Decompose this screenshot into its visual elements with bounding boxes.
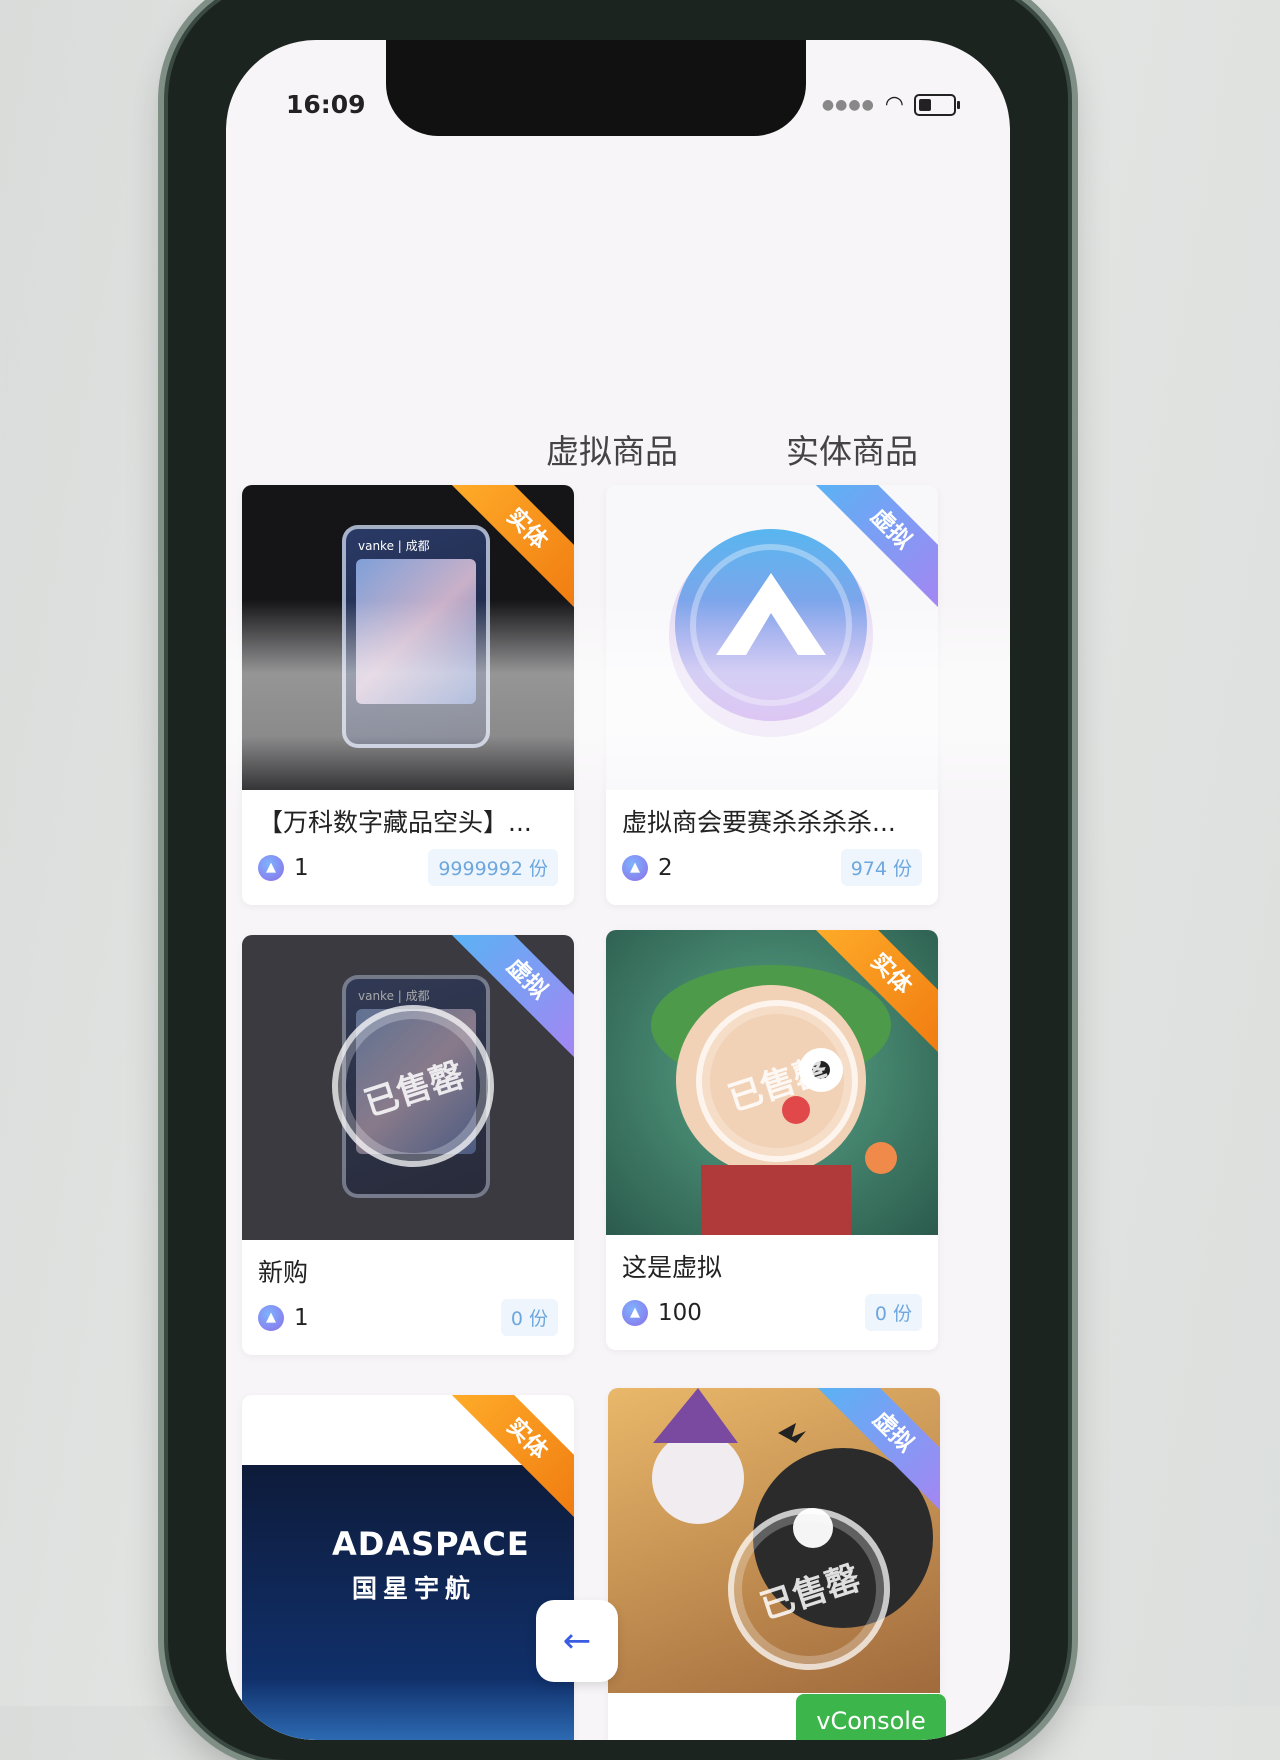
price: ▲ 1	[258, 1304, 309, 1331]
back-button[interactable]: ←	[536, 1600, 618, 1682]
tag-label: 实体	[444, 1395, 574, 1522]
tag-ribbon: 虚拟	[444, 935, 574, 1065]
notch	[386, 40, 806, 136]
product-footer: ▲ 100 0 份	[622, 1294, 922, 1331]
product-card[interactable]: 已售罄 虚拟	[608, 1388, 940, 1740]
product-title: 新购	[258, 1258, 309, 1287]
battery-icon	[914, 93, 960, 116]
product-footer: ▲ 1 0 份	[258, 1299, 558, 1336]
product-title: 【万科数字藏品空头】...	[258, 808, 532, 837]
stock-badge: 0 份	[864, 1294, 922, 1331]
product-title: 这是虚拟	[622, 1253, 723, 1282]
tag-label: 实体	[808, 930, 938, 1057]
product-footer: ▲ 1 9999992 份	[258, 849, 558, 886]
price: ▲ 1	[258, 854, 309, 881]
product-footer: ▲ 2 974 份	[622, 849, 922, 886]
coin-icon: ▲	[258, 1304, 284, 1331]
coin-icon: ▲	[622, 854, 648, 881]
adaspace-logo: ADASPACE	[332, 1525, 530, 1563]
stock-badge: 974 份	[840, 849, 922, 886]
tag-ribbon: 实体	[444, 485, 574, 615]
arrow-left-icon: ←	[562, 1621, 592, 1661]
coin-icon: ▲	[258, 854, 284, 881]
tag-label: 实体	[444, 485, 574, 612]
status-icons: ●●●● ◠	[821, 92, 960, 117]
price-value: 100	[658, 1299, 702, 1326]
vconsole-button[interactable]: vConsole	[796, 1694, 946, 1740]
price: ▲ 100	[622, 1299, 702, 1326]
status-time: 16:09	[286, 90, 366, 119]
stock-badge: 0 份	[500, 1299, 558, 1336]
tag-ribbon: 虚拟	[808, 485, 938, 615]
category-tabs: 虚拟商品 实体商品	[546, 425, 918, 473]
product-card[interactable]: vanke | 成都 实体 【万科数字藏品空头】... ▲ 1 9999992 …	[242, 485, 574, 905]
product-card[interactable]: 虚拟 虚拟商会要赛杀杀杀杀... ▲ 2 974 份	[606, 485, 938, 905]
price-value: 1	[294, 1304, 309, 1331]
tag-ribbon: 实体	[808, 930, 938, 1060]
tab-physical-goods[interactable]: 实体商品	[786, 425, 918, 473]
signal-icon: ●●●●	[821, 96, 875, 113]
brand-text: vanke | 成都	[358, 989, 430, 1003]
price-value: 1	[294, 854, 309, 881]
stock-badge: 9999992 份	[428, 849, 558, 886]
product-title: 虚拟商会要赛杀杀杀杀...	[622, 808, 896, 837]
app-screen: 16:09 ●●●● ◠ 虚拟商品 实体商品 vanke | 成都 实体 【万科…	[226, 40, 1010, 1740]
tag-ribbon: 虚拟	[810, 1388, 940, 1518]
coin-icon: ▲	[622, 1299, 648, 1326]
adaspace-subtitle: 国星宇航	[352, 1574, 477, 1603]
price: ▲ 2	[622, 854, 673, 881]
wifi-icon: ◠	[884, 92, 904, 117]
product-card[interactable]: vanke | 成都 已售罄 虚拟 新购 ▲ 1 0 份	[242, 935, 574, 1355]
tag-label: 虚拟	[444, 935, 574, 1062]
tag-ribbon: 实体	[444, 1395, 574, 1525]
tab-virtual-goods[interactable]: 虚拟商品	[546, 425, 678, 473]
product-card[interactable]: ADASPACE 国星宇航 实体	[242, 1395, 574, 1740]
tag-label: 虚拟	[810, 1388, 940, 1515]
price-value: 2	[658, 854, 673, 881]
phone-device: 16:09 ●●●● ◠ 虚拟商品 实体商品 vanke | 成都 实体 【万科…	[168, 0, 1068, 1760]
tag-label: 虚拟	[808, 485, 938, 612]
product-card[interactable]: 已售罄 实体 这是虚拟 ▲ 100 0 份	[606, 930, 938, 1350]
brand-text: vanke | 成都	[358, 539, 430, 553]
